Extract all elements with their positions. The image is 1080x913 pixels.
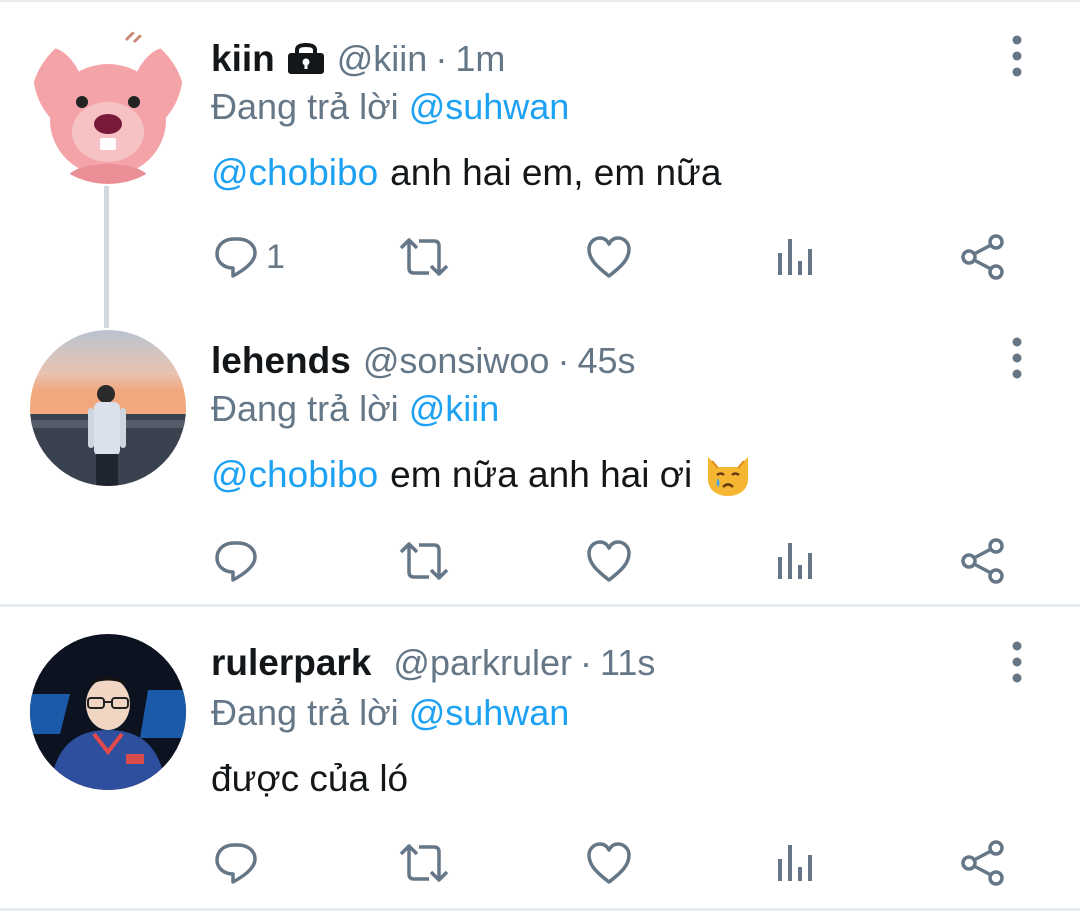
like-icon <box>587 236 631 278</box>
share-icon <box>961 840 1004 886</box>
more-icon <box>1012 35 1022 77</box>
share-button[interactable] <box>960 536 1006 586</box>
timestamp[interactable]: 45s <box>577 340 635 382</box>
display-name[interactable]: lehends <box>211 340 351 382</box>
analytics-button[interactable] <box>776 838 816 888</box>
share-icon <box>961 234 1004 280</box>
action-bar <box>0 536 1080 586</box>
reply-button[interactable] <box>214 838 258 888</box>
analytics-icon <box>778 543 812 579</box>
avatar-kiin[interactable] <box>30 28 186 184</box>
tweet-text: @chobibo em nữa anh hai ơi <box>211 450 752 500</box>
user-handle[interactable]: @kiin <box>337 38 428 80</box>
player-photo-avatar-image <box>30 634 186 790</box>
share-icon <box>961 538 1004 584</box>
retweet-icon <box>399 238 449 276</box>
tweet-divider <box>0 604 1080 607</box>
more-options-button[interactable] <box>1002 336 1032 380</box>
top-divider <box>0 0 1080 2</box>
like-button[interactable] <box>586 536 632 586</box>
replying-prefix: Đang trả lời <box>211 692 399 733</box>
avatar-lehends[interactable] <box>30 330 186 486</box>
text-mention[interactable]: @chobibo <box>211 454 378 496</box>
reply-icon <box>215 843 257 884</box>
more-options-button[interactable] <box>1002 640 1032 684</box>
more-icon <box>1012 641 1022 683</box>
replying-to-mention[interactable]: @kiin <box>409 388 500 430</box>
like-button[interactable] <box>586 232 632 282</box>
action-bar: 1 <box>0 232 1080 282</box>
replying-to-mention[interactable]: @suhwan <box>409 692 570 734</box>
retweet-button[interactable] <box>398 536 450 586</box>
sunset-person-avatar-image <box>30 330 186 486</box>
separator: · <box>435 38 448 79</box>
timestamp[interactable]: 11s <box>600 642 655 684</box>
tweet-header: rulerpark @parkruler · 11s <box>211 638 655 688</box>
reply-count: 1 <box>266 237 285 276</box>
text-mention[interactable]: @chobibo <box>211 152 378 194</box>
replying-to: Đang trả lời @suhwan <box>211 690 569 736</box>
reply-icon <box>215 237 257 278</box>
avatar-rulerpark[interactable] <box>30 634 186 790</box>
like-icon <box>587 540 631 582</box>
reply-button[interactable]: 1 <box>214 232 285 282</box>
analytics-button[interactable] <box>776 232 816 282</box>
separator: · <box>557 340 570 381</box>
pink-beaver-avatar-image <box>30 28 186 184</box>
replying-to: Đang trả lời @suhwan <box>211 84 569 130</box>
text-content: em nữa anh hai ơi <box>390 454 693 495</box>
more-icon <box>1012 337 1022 379</box>
share-button[interactable] <box>960 838 1006 888</box>
analytics-icon <box>778 845 812 881</box>
analytics-icon <box>778 239 812 275</box>
retweet-icon <box>399 844 449 882</box>
text-content: được của ló <box>211 758 409 799</box>
display-name[interactable]: kiin <box>211 38 275 80</box>
tweet-header: lehends @sonsiwoo · 45s <box>211 336 636 386</box>
action-bar <box>0 838 1080 888</box>
reply-icon <box>215 541 257 582</box>
tweet-text: @chobibo anh hai em, em nữa <box>211 148 721 198</box>
user-handle[interactable]: @sonsiwoo <box>363 340 550 382</box>
crying-cat-face-icon <box>704 453 752 497</box>
timestamp[interactable]: 1m <box>455 38 505 80</box>
retweet-button[interactable] <box>398 838 450 888</box>
analytics-button[interactable] <box>776 536 816 586</box>
display-name[interactable]: rulerpark <box>211 642 371 684</box>
user-handle[interactable]: @parkruler <box>393 642 572 684</box>
tweet-text: được của ló <box>211 754 408 804</box>
text-content: anh hai em, em nữa <box>390 152 722 193</box>
retweet-icon <box>399 542 449 580</box>
separator: · <box>580 642 593 683</box>
like-button[interactable] <box>586 838 632 888</box>
more-options-button[interactable] <box>1002 34 1032 78</box>
replying-prefix: Đang trả lời <box>211 86 399 127</box>
replying-to-mention[interactable]: @suhwan <box>409 86 570 128</box>
reply-button[interactable] <box>214 536 258 586</box>
replying-prefix: Đang trả lời <box>211 388 399 429</box>
replying-to: Đang trả lời @kiin <box>211 386 499 432</box>
retweet-button[interactable] <box>398 232 450 282</box>
like-icon <box>587 842 631 884</box>
lock-icon <box>287 43 325 75</box>
share-button[interactable] <box>960 232 1006 282</box>
bottom-divider <box>0 908 1080 911</box>
tweet-header: kiin @kiin · 1m <box>211 34 505 84</box>
